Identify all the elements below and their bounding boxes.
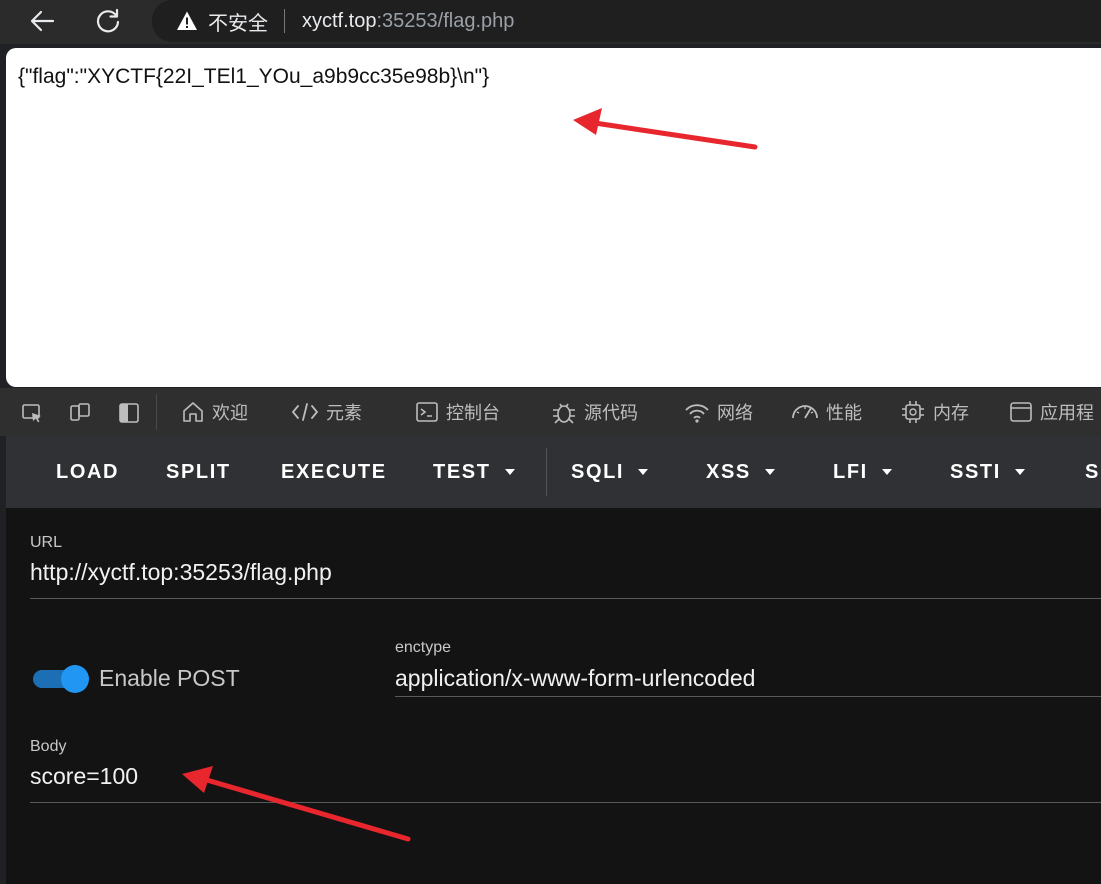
- body-field[interactable]: score=100: [30, 763, 138, 790]
- tab-elements[interactable]: 元素: [290, 388, 362, 436]
- tab-welcome[interactable]: 欢迎: [180, 388, 248, 436]
- xss-menu-label: XSS: [706, 460, 751, 483]
- more-menu-label: S: [1085, 460, 1100, 483]
- devtools-divider: [156, 394, 157, 430]
- address-bar[interactable]: 不安全 xyctf.top:35253/flag.php: [152, 0, 1101, 42]
- enctype-select[interactable]: application/x-www-form-urlencoded: [395, 665, 755, 692]
- tab-network[interactable]: 网络: [683, 388, 753, 436]
- split-button-label: SPLIT: [166, 460, 231, 483]
- device-emulation-icon[interactable]: [68, 401, 92, 425]
- code-icon: [291, 403, 319, 421]
- reload-button[interactable]: [93, 6, 123, 36]
- body-field-label: Body: [30, 738, 67, 755]
- tab-performance[interactable]: 性能: [790, 388, 862, 436]
- annotation-arrow-body: [182, 766, 411, 842]
- tab-welcome-label: 欢迎: [212, 403, 248, 424]
- url-host: xyctf.top: [302, 9, 377, 32]
- app-icon: [1010, 402, 1032, 422]
- load-button-label: LOAD: [56, 460, 120, 483]
- tab-network-label: 网络: [717, 403, 753, 424]
- more-menu-button[interactable]: S: [1085, 436, 1100, 508]
- tab-console[interactable]: 控制台: [414, 388, 500, 436]
- chip-icon: [902, 401, 924, 423]
- bug-icon: [553, 403, 575, 424]
- tab-sources-label: 源代码: [584, 403, 638, 424]
- tab-performance-label: 性能: [826, 403, 862, 424]
- wifi-icon: [685, 404, 709, 423]
- sqli-menu-label: SQLI: [571, 460, 625, 483]
- toggle-sidebar-icon[interactable]: [117, 401, 141, 425]
- load-button[interactable]: LOAD: [56, 436, 119, 508]
- devtools-tab-bar: 欢迎 元素 控制台 源代码 网络 性能 内存 应用程: [0, 388, 1101, 436]
- url-path: :35253/flag.php: [376, 9, 515, 32]
- hackbar-toolbar: LOAD SPLIT EXECUTE TEST SQLI XSS LFI SST…: [6, 436, 1101, 508]
- enable-post-label: Enable POST: [99, 665, 240, 691]
- warning-icon: [177, 11, 197, 30]
- tab-application[interactable]: 应用程: [1008, 388, 1094, 436]
- enctype-label: enctype: [395, 639, 452, 656]
- lfi-menu-label: LFI: [833, 460, 868, 483]
- url-field[interactable]: http://xyctf.top:35253/flag.php: [30, 559, 332, 586]
- back-button[interactable]: [27, 6, 57, 36]
- browser-toolbar: 不安全 xyctf.top:35253/flag.php: [0, 0, 1101, 44]
- toolbar-divider: [546, 448, 547, 496]
- annotation-arrow-flag: [573, 108, 758, 150]
- test-menu-button[interactable]: TEST: [433, 436, 515, 508]
- url-field-underline: [30, 598, 1101, 599]
- chevron-down-icon: [504, 469, 515, 475]
- tab-application-label: 应用程: [1040, 403, 1094, 424]
- test-menu-label: TEST: [433, 460, 491, 483]
- chevron-down-icon: [764, 469, 775, 475]
- home-icon: [183, 402, 203, 422]
- response-body-text: {"flag":"XYCTF{22I_TEl1_YOu_a9b9cc35e98b…: [18, 65, 490, 88]
- tab-console-label: 控制台: [446, 403, 500, 424]
- enable-post-toggle[interactable]: [33, 665, 91, 693]
- chevron-down-icon: [881, 469, 892, 475]
- reload-icon: [96, 8, 120, 33]
- security-status-label[interactable]: 不安全: [208, 7, 268, 36]
- gauge-icon: [792, 405, 818, 419]
- tab-elements-label: 元素: [326, 403, 362, 424]
- execute-button[interactable]: EXECUTE: [281, 436, 387, 508]
- tab-sources[interactable]: 源代码: [550, 388, 638, 436]
- back-arrow-icon: [30, 10, 55, 32]
- page-viewport: {"flag":"XYCTF{22I_TEl1_YOu_a9b9cc35e98b…: [6, 48, 1101, 387]
- chevron-down-icon: [638, 469, 649, 475]
- execute-button-label: EXECUTE: [281, 460, 387, 483]
- tab-memory-label: 内存: [933, 403, 969, 424]
- toggle-knob: [61, 665, 89, 693]
- ssti-menu-label: SSTI: [950, 460, 1001, 483]
- console-icon: [416, 402, 438, 422]
- chevron-down-icon: [1014, 469, 1025, 475]
- inspect-element-icon[interactable]: [20, 401, 44, 425]
- tab-memory[interactable]: 内存: [899, 388, 969, 436]
- omnibox-separator: [284, 9, 285, 33]
- sqli-menu-button[interactable]: SQLI: [571, 436, 649, 508]
- enctype-underline: [395, 696, 1101, 697]
- ssti-menu-button[interactable]: SSTI: [950, 436, 1025, 508]
- url-field-label: URL: [30, 534, 63, 551]
- lfi-menu-button[interactable]: LFI: [833, 436, 892, 508]
- split-button[interactable]: SPLIT: [166, 436, 231, 508]
- xss-menu-button[interactable]: XSS: [706, 436, 775, 508]
